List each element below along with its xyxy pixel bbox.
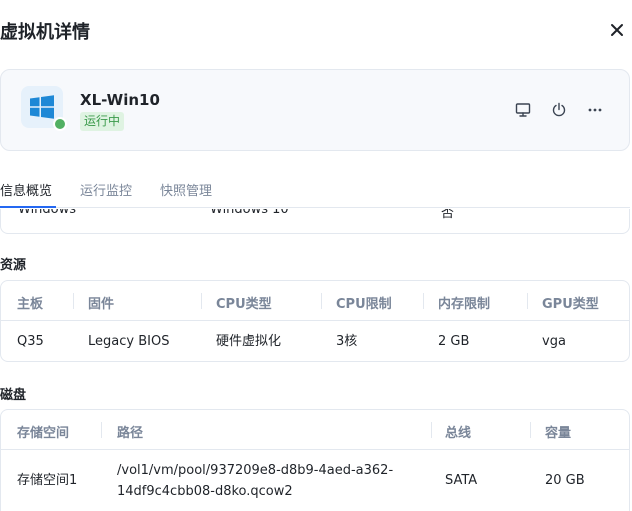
monitor-icon xyxy=(515,103,531,117)
vm-name: XL-Win10 xyxy=(80,91,160,109)
overview-flag-value: 否 xyxy=(441,209,455,221)
close-icon xyxy=(611,24,623,36)
cpu-limit-value: 3核 xyxy=(336,334,358,349)
column-header: 存储空间 xyxy=(17,426,70,441)
overview-card: Windows Windows 10 否 xyxy=(0,209,630,234)
column-divider xyxy=(431,422,432,438)
dialog-title: 虚拟机详情 xyxy=(0,22,90,43)
disks-table: 存储空间 路径 总线 容量 存储空间1 /vol1/vm/pool/937209… xyxy=(0,409,630,511)
column-divider xyxy=(527,293,528,309)
column-header: 总线 xyxy=(445,426,472,441)
windows-logo-icon xyxy=(30,95,54,119)
column-header: CPU类型 xyxy=(216,297,272,312)
column-divider xyxy=(201,293,202,309)
more-icon xyxy=(588,108,602,112)
tab-snapshots[interactable]: 快照管理 xyxy=(160,180,212,199)
firmware-value: Legacy BIOS xyxy=(88,334,170,349)
more-button[interactable] xyxy=(585,100,605,120)
capacity-value: 20 GB xyxy=(545,473,585,488)
status-badge: 运行中 xyxy=(80,112,125,131)
power-icon xyxy=(552,102,566,117)
active-tab-indicator xyxy=(0,206,56,208)
disk-path-line2: 14df9c4cbb08-d8ko.qcow2 xyxy=(117,484,293,499)
column-divider xyxy=(423,293,424,309)
os-version-value: Windows 10 xyxy=(210,209,289,217)
running-status-dot xyxy=(53,117,67,131)
close-button[interactable] xyxy=(607,20,627,40)
cpu-type-value: 硬件虚拟化 xyxy=(216,334,282,349)
storage-space-value: 存储空间1 xyxy=(17,473,78,488)
column-header: GPU类型 xyxy=(542,297,599,312)
column-header: 主板 xyxy=(17,297,44,312)
column-divider xyxy=(73,293,74,309)
column-header: 内存限制 xyxy=(438,297,491,312)
disks-title: 磁盘 xyxy=(0,388,27,403)
resources-title: 资源 xyxy=(0,258,27,273)
power-button[interactable] xyxy=(549,100,569,120)
bus-value: SATA xyxy=(445,473,478,488)
vm-summary-card: XL-Win10 运行中 xyxy=(0,69,630,151)
detail-tabs: 信息概览 运行监控 快照管理 xyxy=(0,172,630,208)
disk-path-line1: /vol1/vm/pool/937209e8-d8b9-4aed-a362- xyxy=(117,463,394,478)
table-header: 存储空间 路径 总线 容量 xyxy=(1,410,629,450)
table-header: 主板 固件 CPU类型 CPU限制 内存限制 GPU类型 xyxy=(1,281,629,321)
memory-limit-value: 2 GB xyxy=(438,334,470,349)
column-header: CPU限制 xyxy=(336,297,392,312)
column-divider xyxy=(321,293,322,309)
column-header: 路径 xyxy=(117,426,144,441)
resources-table: 主板 固件 CPU类型 CPU限制 内存限制 GPU类型 Q35 Legacy … xyxy=(0,280,630,362)
column-divider xyxy=(530,422,531,438)
column-header: 容量 xyxy=(545,426,572,441)
column-divider xyxy=(101,422,102,438)
tab-monitoring[interactable]: 运行监控 xyxy=(80,180,132,199)
gpu-type-value: vga xyxy=(542,334,566,349)
console-button[interactable] xyxy=(513,100,533,120)
column-header: 固件 xyxy=(88,297,115,312)
os-type-value: Windows xyxy=(18,209,77,217)
motherboard-value: Q35 xyxy=(17,334,44,349)
tab-overview[interactable]: 信息概览 xyxy=(0,180,52,199)
